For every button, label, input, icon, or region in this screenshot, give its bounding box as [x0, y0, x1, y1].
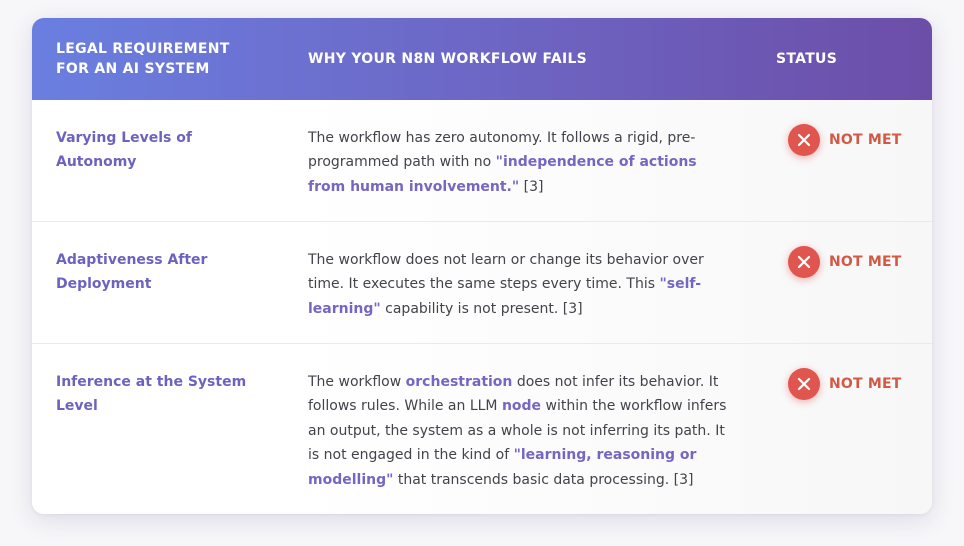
status-badge: NOT MET — [829, 376, 902, 392]
reason-cell: The workflow orchestration does not infe… — [308, 370, 738, 492]
status-cell: NOT MET — [788, 368, 902, 400]
reason-highlight: orchestration — [405, 374, 513, 390]
requirement-cell: Varying Levels of Autonomy — [56, 130, 192, 170]
header-status: STATUS — [776, 51, 838, 67]
table-header: LEGAL REQUIREMENT FOR AN AI SYSTEM WHY Y… — [32, 18, 932, 100]
reason-text: that transcends basic data processing. [… — [393, 471, 694, 488]
table-row: Adaptiveness After Deployment The workfl… — [32, 222, 932, 343]
header-reason: WHY YOUR N8N WORKFLOW FAILS — [308, 51, 588, 67]
reason-cell: The workflow has zero autonomy. It follo… — [308, 126, 738, 199]
reason-text: The workflow does not learn or change it… — [308, 252, 704, 293]
requirement-cell: Adaptiveness After Deployment — [56, 252, 208, 292]
requirements-table: LEGAL REQUIREMENT FOR AN AI SYSTEM WHY Y… — [32, 18, 932, 514]
status-cell: NOT MET — [788, 124, 902, 156]
reason-cell: The workflow does not learn or change it… — [308, 248, 738, 321]
close-circle-icon — [788, 124, 820, 156]
status-cell: NOT MET — [788, 246, 902, 278]
reason-text: [3] — [519, 178, 544, 195]
reason-highlight: node — [501, 398, 542, 415]
table-row: Varying Levels of Autonomy The workflow … — [32, 100, 932, 221]
close-circle-icon — [788, 246, 820, 278]
requirement-cell: Inference at the System Level — [56, 374, 247, 414]
reason-text: The workflow — [308, 374, 406, 390]
status-badge: NOT MET — [829, 254, 902, 270]
reason-text: capability is not present. [3] — [380, 300, 583, 317]
header-requirement: LEGAL REQUIREMENT FOR AN AI SYSTEM — [56, 41, 230, 77]
status-badge: NOT MET — [829, 132, 902, 148]
close-circle-icon — [788, 368, 820, 400]
table-row: Inference at the System Level The workfl… — [32, 344, 932, 514]
